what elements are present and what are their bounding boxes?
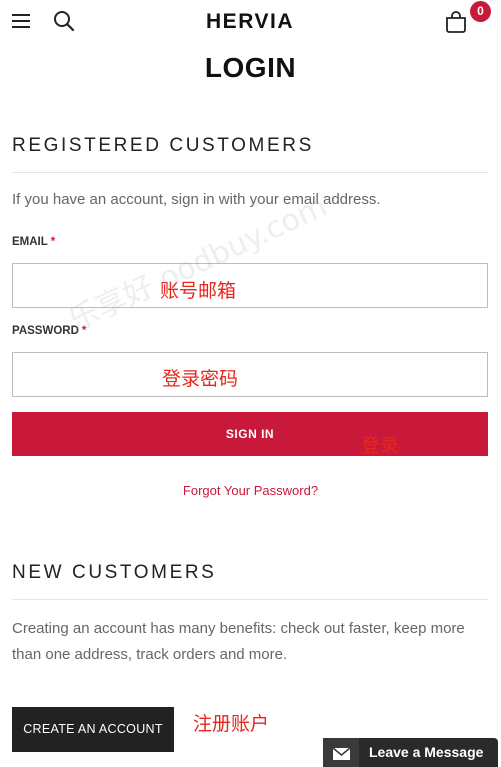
new-customers-text: Creating an account has many benefits: c… bbox=[12, 620, 465, 663]
menu-icon[interactable] bbox=[12, 12, 30, 30]
divider bbox=[12, 172, 488, 173]
divider bbox=[12, 599, 488, 600]
email-label-text: EMAIL bbox=[12, 236, 48, 248]
header: HERVIA 0 bbox=[0, 0, 501, 44]
search-icon[interactable] bbox=[53, 10, 75, 32]
shopping-bag-icon[interactable] bbox=[444, 10, 468, 34]
svg-text:HERVIA: HERVIA bbox=[206, 10, 294, 31]
cart-count-badge[interactable]: 0 bbox=[470, 1, 491, 22]
sign-in-button[interactable]: SIGN IN bbox=[12, 412, 488, 456]
new-customers-heading: NEW CUSTOMERS bbox=[12, 562, 217, 583]
register-annotation: 注册账户 bbox=[193, 713, 270, 735]
leave-message-button[interactable]: Leave a Message bbox=[323, 738, 498, 767]
email-label: EMAIL * bbox=[12, 236, 55, 248]
page-title: LOGIN bbox=[204, 52, 297, 83]
logo[interactable]: HERVIA bbox=[198, 9, 302, 31]
password-field[interactable] bbox=[12, 352, 488, 397]
registered-customers-heading: REGISTERED CUSTOMERS bbox=[12, 135, 314, 156]
create-account-button[interactable]: CREATE AN ACCOUNT bbox=[12, 707, 174, 752]
envelope-icon bbox=[323, 738, 359, 767]
login-intro-text: If you have an account, sign in with you… bbox=[12, 191, 381, 208]
sign-in-annotation: 登录 bbox=[361, 435, 400, 457]
leave-message-label: Leave a Message bbox=[369, 744, 484, 760]
forgot-password-link[interactable]: Forgot Your Password? bbox=[0, 483, 501, 498]
password-annotation: 登录密码 bbox=[162, 368, 239, 390]
password-label-text: PASSWORD bbox=[12, 325, 79, 337]
required-mark: * bbox=[50, 236, 56, 248]
